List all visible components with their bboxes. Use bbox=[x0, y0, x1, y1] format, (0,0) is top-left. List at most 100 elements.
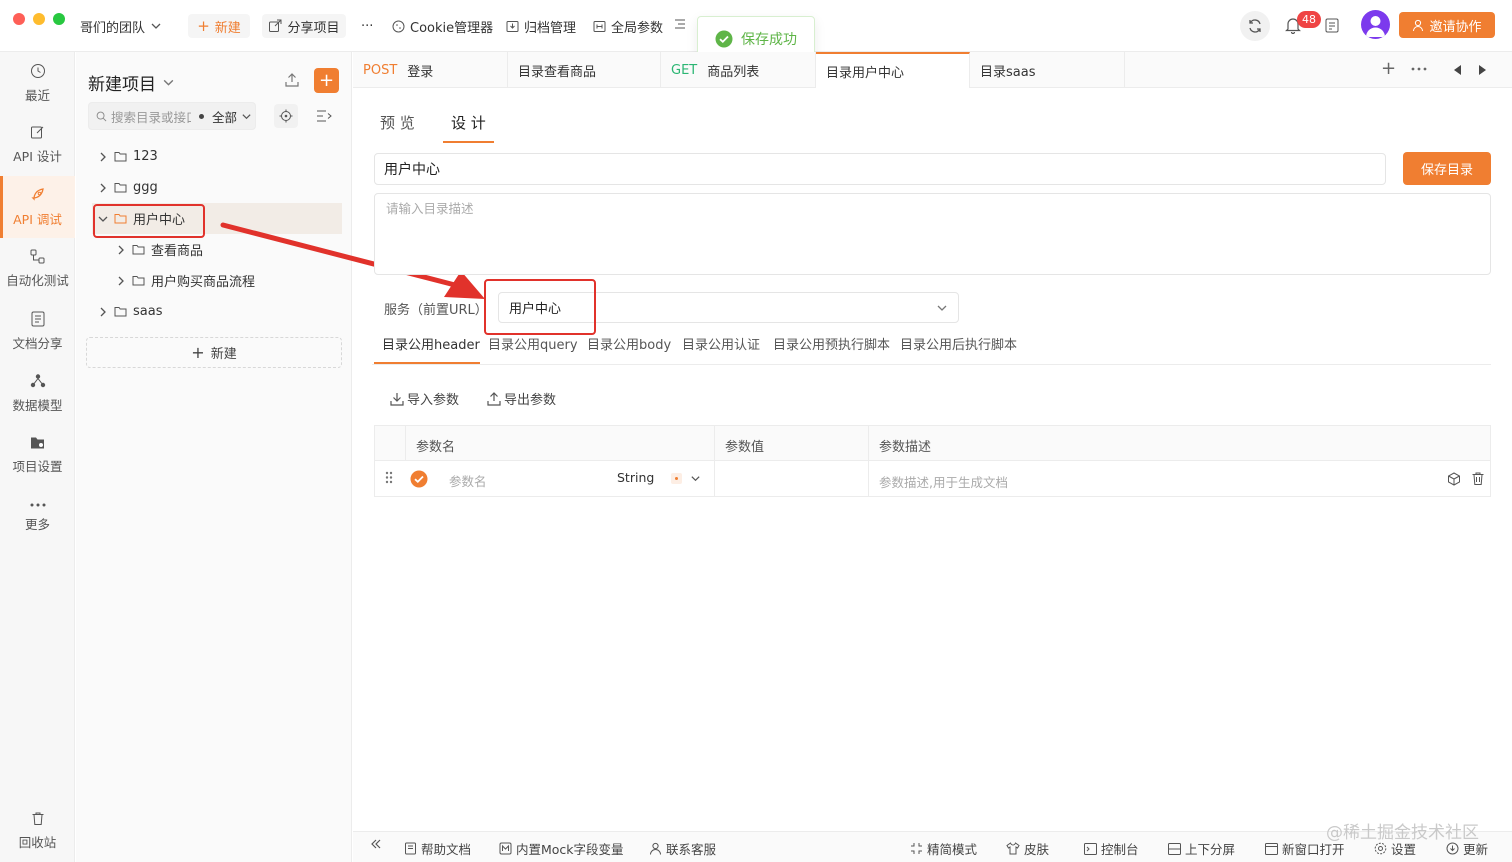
tree-folder-saas[interactable]: saas bbox=[98, 296, 162, 327]
export-params-button[interactable]: 导出参数 bbox=[487, 389, 556, 408]
param-name-input[interactable]: 参数名 bbox=[449, 471, 487, 490]
add-tab-button[interactable]: + bbox=[1381, 60, 1396, 78]
search-input[interactable]: 搜索目录或接口 bbox=[111, 107, 191, 126]
user-add-icon bbox=[1413, 19, 1424, 31]
simple-mode-button[interactable]: 精简模式 bbox=[910, 839, 977, 858]
help-docs-button[interactable]: 帮助文档 bbox=[404, 839, 471, 858]
params-table: 参数名 参数值 参数描述 参数名 String 参数描述,用于生成文档 bbox=[374, 425, 1491, 497]
rail-item-auto-test[interactable]: 自动化测试 bbox=[0, 238, 75, 300]
locate-button[interactable] bbox=[274, 104, 298, 128]
subtab-auth[interactable]: 目录公用认证 bbox=[682, 334, 760, 364]
tree-folder-123[interactable]: 123 bbox=[98, 141, 158, 172]
trash-icon bbox=[1472, 472, 1484, 485]
tab-preview[interactable]: 预 览 bbox=[380, 112, 415, 133]
subtab-post-script[interactable]: 目录公用后执行脚本 bbox=[900, 334, 1017, 364]
mock-vars-button[interactable]: 内置Mock字段变量 bbox=[499, 839, 624, 858]
param-type-select[interactable]: String bbox=[617, 470, 654, 485]
directory-name-input[interactable]: 用户中心 bbox=[374, 153, 1386, 185]
row-enabled-checkbox[interactable] bbox=[410, 470, 428, 488]
new-button[interactable]: + 新建 bbox=[188, 14, 250, 38]
archive-manager-button[interactable]: 归档管理 bbox=[500, 14, 582, 38]
share-project-button[interactable]: 分享项目 bbox=[262, 14, 346, 38]
rail-item-more[interactable]: 更多 bbox=[0, 486, 75, 548]
param-value-input[interactable] bbox=[726, 464, 864, 492]
rail-item-trash[interactable]: 回收站 bbox=[0, 800, 75, 862]
model-icon bbox=[30, 373, 45, 387]
import-button[interactable] bbox=[284, 72, 300, 88]
subtab-header[interactable]: 目录公用header bbox=[374, 334, 480, 364]
tab-method: POST bbox=[363, 62, 398, 78]
target-icon bbox=[279, 109, 293, 123]
invite-collaborate-button[interactable]: 邀请协作 bbox=[1399, 12, 1495, 38]
more-menu-button[interactable]: ··· bbox=[355, 14, 379, 38]
row-advanced-button[interactable] bbox=[1447, 472, 1461, 486]
save-directory-button[interactable]: 保存目录 bbox=[1403, 152, 1491, 185]
subtab-body[interactable]: 目录公用body bbox=[587, 334, 671, 364]
project-switcher[interactable]: 新建项目 bbox=[88, 70, 175, 95]
sync-button[interactable] bbox=[1240, 11, 1270, 41]
subtab-query[interactable]: 目录公用query bbox=[488, 334, 578, 364]
split-view-button[interactable]: 上下分屏 bbox=[1168, 839, 1235, 858]
row-delete-button[interactable] bbox=[1471, 471, 1485, 486]
tab-view-goods[interactable]: 目录查看商品 bbox=[508, 52, 661, 88]
tree-folder-view-goods[interactable]: 查看商品 bbox=[116, 234, 203, 265]
tab-more-button[interactable] bbox=[1411, 67, 1427, 71]
param-description-input[interactable]: 参数描述,用于生成文档 bbox=[879, 472, 1008, 491]
watermark: @稀土掘金技术社区 bbox=[1326, 823, 1479, 843]
tab-get-goods-list[interactable]: GET 商品列表 bbox=[661, 52, 816, 88]
rail-item-project-settings[interactable]: 项目设置 bbox=[0, 424, 75, 486]
rail-item-api-design[interactable]: API 设计 bbox=[0, 114, 75, 176]
terminal-icon bbox=[1084, 842, 1097, 855]
rail-item-api-debug[interactable]: API 调试 bbox=[0, 176, 75, 238]
toast-text: 保存成功 bbox=[741, 32, 797, 48]
directory-description-input[interactable]: 请输入目录描述 bbox=[374, 193, 1491, 275]
rail-item-doc-share[interactable]: 文档分享 bbox=[0, 300, 75, 362]
tab-prev-button[interactable] bbox=[1453, 65, 1462, 75]
tree-new-button[interactable]: + 新建 bbox=[86, 337, 342, 368]
rail-item-recent[interactable]: 最近 bbox=[0, 52, 75, 114]
row-expand-button[interactable] bbox=[690, 473, 701, 484]
collapse-sidebar-button[interactable] bbox=[370, 839, 382, 849]
required-toggle[interactable] bbox=[671, 473, 682, 484]
global-params-label: 全局参数 bbox=[611, 20, 664, 36]
filter-dot-icon bbox=[199, 113, 204, 119]
annotation-highlight-box bbox=[484, 279, 596, 335]
user-avatar[interactable] bbox=[1361, 10, 1390, 39]
team-switcher[interactable]: 哥们的团队 bbox=[74, 14, 168, 38]
tab-label: 目录用户中心 bbox=[826, 65, 905, 81]
collapse-all-button[interactable] bbox=[316, 109, 333, 123]
tab-user-center[interactable]: 目录用户中心 bbox=[816, 52, 970, 88]
window-icon bbox=[1265, 842, 1278, 855]
tab-design[interactable]: 设 计 bbox=[443, 112, 494, 143]
tab-saas[interactable]: 目录saas bbox=[970, 52, 1125, 88]
tree-folder-ggg[interactable]: ggg bbox=[98, 172, 158, 203]
left-nav-rail: 最近 API 设计 API 调试 自动化测试 文档分享 数据模型 项目设置 更多… bbox=[0, 52, 75, 862]
import-params-button[interactable]: 导入参数 bbox=[390, 389, 459, 408]
flow-icon bbox=[30, 249, 45, 264]
menu-toggle-icon[interactable] bbox=[674, 18, 686, 30]
tab-next-button[interactable] bbox=[1478, 65, 1487, 75]
tree-item-label: ggg bbox=[133, 180, 158, 195]
filter-select[interactable]: 全部 bbox=[212, 107, 237, 126]
rail-item-data-model[interactable]: 数据模型 bbox=[0, 362, 75, 424]
clock-icon bbox=[30, 63, 45, 78]
contact-support-button[interactable]: 联系客服 bbox=[649, 839, 716, 858]
close-window-button[interactable] bbox=[13, 13, 25, 25]
console-button[interactable]: 控制台 bbox=[1084, 839, 1139, 858]
notes-button[interactable] bbox=[1325, 18, 1339, 33]
chevron-down-icon bbox=[163, 79, 174, 86]
global-params-button[interactable]: 全局参数 bbox=[587, 14, 669, 38]
chevron-down-icon bbox=[242, 113, 251, 119]
tree-search[interactable]: 搜索目录或接口 全部 bbox=[88, 102, 256, 130]
cookie-manager-button[interactable]: Cookie管理器 bbox=[386, 14, 499, 38]
tab-post-login[interactable]: POST 登录 bbox=[353, 52, 508, 88]
maximize-window-button[interactable] bbox=[53, 13, 65, 25]
plus-icon: + bbox=[197, 17, 210, 35]
minimize-window-button[interactable] bbox=[33, 13, 45, 25]
skin-button[interactable]: 皮肤 bbox=[1006, 839, 1049, 858]
row-drag-handle[interactable] bbox=[385, 471, 393, 484]
add-item-button[interactable]: + bbox=[314, 68, 339, 93]
subtab-pre-script[interactable]: 目录公用预执行脚本 bbox=[773, 334, 890, 364]
doc-icon bbox=[31, 311, 44, 326]
sync-icon bbox=[1249, 19, 1261, 33]
